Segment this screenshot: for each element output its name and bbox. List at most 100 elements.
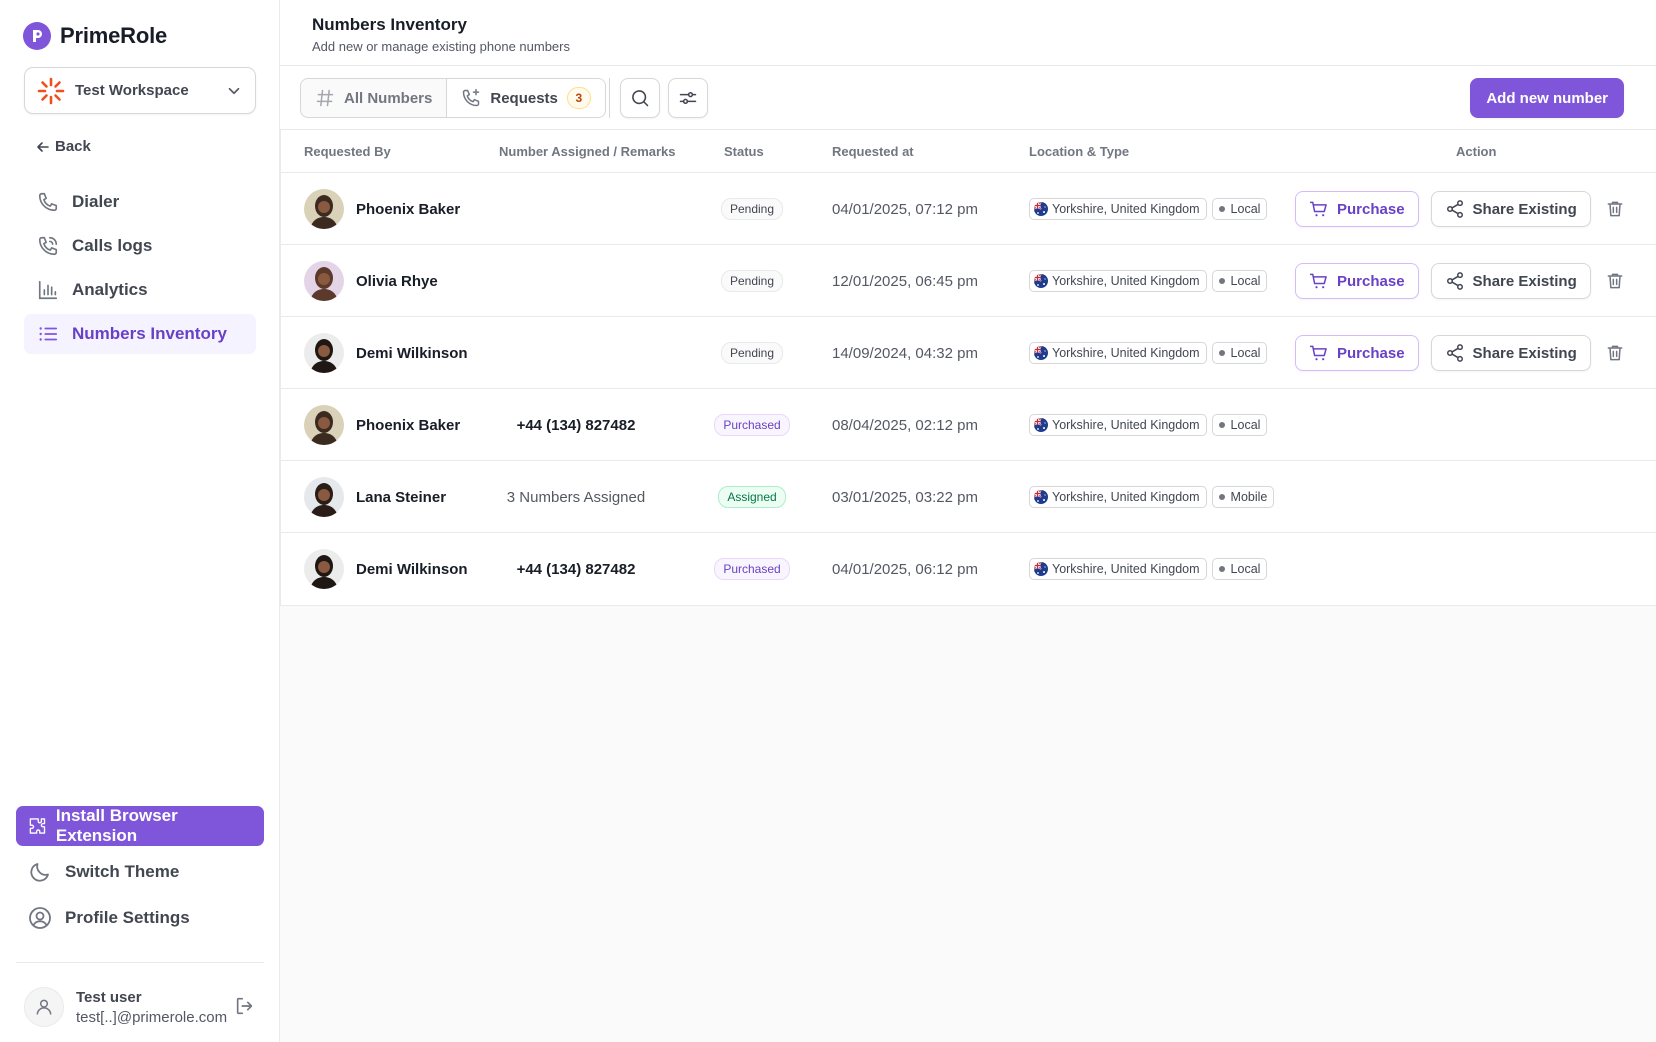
location-cell: Yorkshire, United Kingdom Local (1029, 533, 1272, 605)
status-cell: Pending (699, 173, 805, 245)
delete-button[interactable] (1603, 269, 1627, 293)
col-status[interactable]: Status (724, 144, 764, 159)
type-text: Mobile (1230, 490, 1268, 504)
table-row: Phoenix Baker +44 (134) 827482 Purchased 08… (281, 389, 1656, 461)
profile-settings-label: Profile Settings (65, 908, 190, 927)
dot-icon (1218, 278, 1225, 284)
requester-name: Demi Wilkinson (356, 560, 468, 578)
col-requested-at[interactable]: Requested at (832, 144, 914, 159)
type-text: Local (1230, 346, 1261, 360)
user-email: test[..]@primerole.com (76, 1008, 228, 1026)
table-row: Demi Wilkinson Pending 14/09/2024, 04:32 p… (281, 317, 1656, 389)
sidebar-item-label: Calls logs (72, 236, 153, 255)
add-new-number-button[interactable]: Add new number (1470, 78, 1624, 118)
flag-icon (1034, 562, 1048, 576)
share-existing-label: Share Existing (1472, 272, 1577, 290)
share-existing-button[interactable]: Share Existing (1430, 335, 1591, 371)
tab-requests[interactable]: Requests 3 (446, 79, 605, 117)
switch-theme-label: Switch Theme (65, 862, 180, 881)
share-existing-button[interactable]: Share Existing (1430, 263, 1591, 299)
table-body: Phoenix Baker Pending 04/01/2025, 07:12 pm… (281, 173, 1656, 605)
dot-icon (1218, 350, 1225, 356)
table-header: Requested By Number Assigned / Remarks S… (281, 130, 1656, 173)
user-name: Test user (76, 988, 142, 1006)
type-tag: Local (1211, 198, 1268, 220)
install-extension-label: Install Browser Extension (55, 806, 178, 845)
purchase-button[interactable]: Purchase (1295, 335, 1419, 371)
location-text: Yorkshire, United Kingdom (1052, 562, 1200, 576)
col-location-type[interactable]: Location & Type (1029, 144, 1129, 159)
location-text: Yorkshire, United Kingdom (1052, 202, 1200, 216)
trash-icon (1607, 273, 1623, 289)
col-requested-by[interactable]: Requested By (304, 144, 391, 159)
requested-at: 08/04/2025, 02:12 pm (832, 416, 978, 434)
view-tabs: All Numbers Requests 3 (300, 78, 606, 118)
flag-icon (1034, 274, 1048, 288)
requested-at: 12/01/2025, 06:45 pm (832, 272, 978, 290)
sidebar-item-analytics[interactable]: Analytics (24, 270, 256, 310)
page-title: Numbers Inventory (312, 15, 467, 34)
shopping-cart-icon (1309, 201, 1327, 217)
requester-cell: Demi Wilkinson (304, 317, 468, 389)
trash-icon (1607, 345, 1623, 361)
col-number-assigned[interactable]: Number Assigned / Remarks (499, 144, 676, 159)
avatar (304, 549, 344, 589)
share-existing-label: Share Existing (1472, 200, 1577, 218)
phone-plus-icon (463, 88, 480, 107)
tab-all-numbers[interactable]: All Numbers (301, 79, 446, 117)
sidebar-nav: Dialer Calls logs Analytics Numbers Inve… (24, 182, 256, 358)
sidebar-item-dialer[interactable]: Dialer (24, 182, 256, 222)
status-cell: Assigned (699, 461, 805, 533)
type-text: Local (1230, 202, 1261, 216)
action-cell: Purchase Share Existing (1295, 245, 1627, 317)
logout-button[interactable] (234, 995, 256, 1022)
share-icon (1446, 344, 1463, 362)
share-icon (1446, 272, 1463, 290)
dot-icon (1218, 494, 1225, 500)
workspace-selector[interactable]: Test Workspace (24, 67, 256, 114)
location-text: Yorkshire, United Kingdom (1052, 274, 1200, 288)
requested-at: 04/01/2025, 06:12 pm (832, 560, 978, 578)
user-card: Test user test[..]@primerole.com (24, 987, 227, 1027)
bar-chart-icon (38, 280, 58, 300)
requests-table: Requested By Number Assigned / Remarks S… (280, 130, 1656, 606)
delete-button[interactable] (1603, 341, 1627, 365)
search-button[interactable] (620, 78, 660, 118)
sidebar-item-calls-logs[interactable]: Calls logs (24, 226, 256, 266)
table-row: Olivia Rhye Pending 12/01/2025, 06:45 pm Yo… (281, 245, 1656, 317)
workspace-logo-icon (37, 77, 65, 104)
brand[interactable]: PrimeRole (23, 22, 167, 50)
avatar (304, 477, 344, 517)
filter-button[interactable] (668, 78, 708, 118)
sidebar-item-numbers-inventory[interactable]: Numbers Inventory (24, 314, 256, 354)
back-link[interactable]: Back (36, 138, 91, 155)
delete-button[interactable] (1603, 197, 1627, 221)
chevron-down-icon (228, 87, 240, 94)
status-badge: Pending (720, 342, 784, 364)
type-tag: Local (1211, 558, 1268, 580)
location-text: Yorkshire, United Kingdom (1052, 418, 1200, 432)
profile-settings-button[interactable]: Profile Settings (28, 906, 190, 930)
status-badge: Assigned (718, 486, 786, 508)
requested-at: 03/01/2025, 03:22 pm (832, 488, 978, 506)
status-badge: Pending (720, 270, 784, 292)
search-icon (632, 90, 649, 107)
toolbar-divider (609, 78, 610, 118)
avatar (304, 261, 344, 301)
sidebar-divider (16, 962, 264, 963)
location-text: Yorkshire, United Kingdom (1052, 490, 1200, 504)
requester-cell: Phoenix Baker (304, 173, 460, 245)
flag-icon (1034, 346, 1048, 360)
dot-icon (1218, 566, 1225, 572)
requested-at: 14/09/2024, 04:32 pm (832, 344, 978, 362)
location-cell: Yorkshire, United Kingdom Mobile (1029, 461, 1279, 533)
action-cell: Purchase Share Existing (1295, 317, 1627, 389)
avatar[interactable] (24, 987, 64, 1027)
moon-icon (30, 863, 49, 882)
requester-name: Lana Steiner (356, 488, 447, 506)
purchase-button[interactable]: Purchase (1295, 191, 1419, 227)
share-existing-button[interactable]: Share Existing (1430, 191, 1591, 227)
switch-theme-button[interactable]: Switch Theme (28, 860, 179, 884)
install-extension-button[interactable]: Install Browser Extension (16, 806, 264, 846)
purchase-button[interactable]: Purchase (1295, 263, 1419, 299)
